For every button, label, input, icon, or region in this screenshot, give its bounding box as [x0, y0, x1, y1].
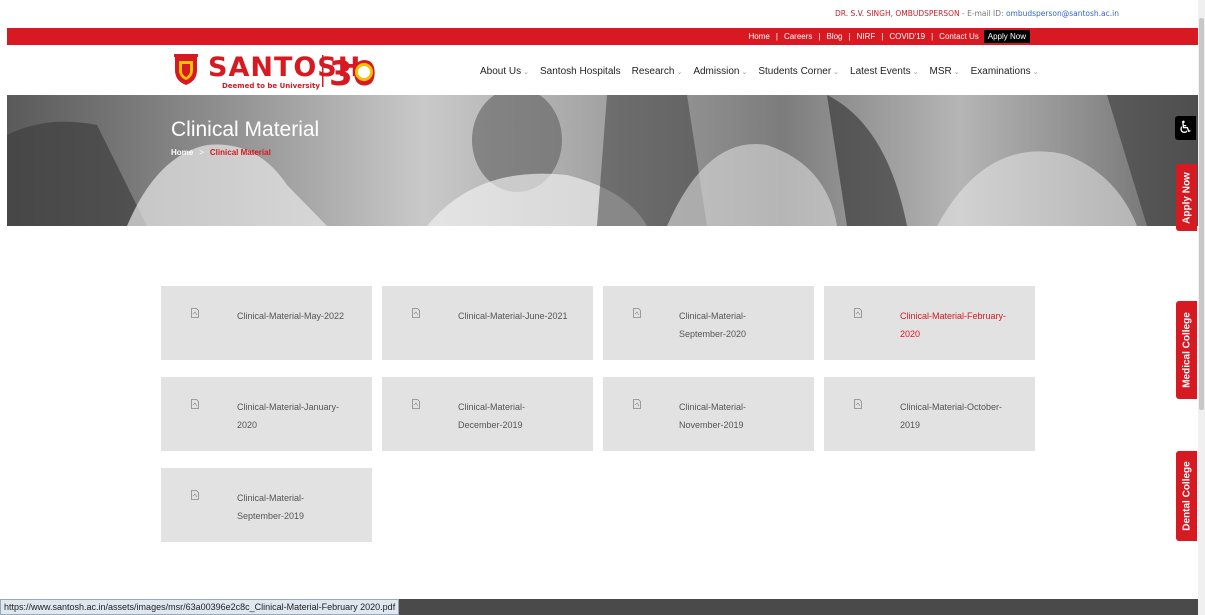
top-utility-bar: Home | Careers | Blog | NIRF | COVID'19 … — [7, 28, 1198, 45]
santosh-logo[interactable]: SANTOSH Deemed to be University 30 — [172, 52, 382, 92]
chevron-down-icon: ⌄ — [741, 69, 748, 76]
top-link-home[interactable]: Home — [749, 32, 770, 41]
browser-status-url: https://www.santosh.ac.in/assets/images/… — [0, 599, 400, 615]
pdf-file-icon — [412, 308, 420, 318]
document-card[interactable]: Clinical-Material-October-2019 — [824, 377, 1035, 451]
brand-tagline: Deemed to be University — [222, 82, 320, 90]
top-link-careers[interactable]: Careers — [784, 32, 812, 41]
pdf-file-icon — [633, 308, 641, 318]
document-link[interactable]: Clinical-Material-September-2019 — [237, 489, 332, 525]
main-navigation: About Us ⌄ Santosh Hospitals Research ⌄ Ad… — [480, 66, 1050, 77]
nav-about-us[interactable]: About Us ⌄ — [480, 66, 529, 77]
chevron-down-icon: ⌄ — [953, 69, 960, 76]
nav-santosh-hospitals[interactable]: Santosh Hospitals — [540, 66, 621, 77]
separator: | — [818, 32, 821, 41]
university-emblem-icon — [174, 54, 198, 85]
top-links: Home | Careers | Blog | NIRF | COVID'19 … — [749, 28, 1030, 45]
breadcrumb-separator: > — [199, 148, 204, 157]
separator: | — [775, 32, 778, 41]
top-link-covid[interactable]: COVID'19 — [889, 32, 925, 41]
pdf-file-icon — [854, 308, 862, 318]
separator: | — [848, 32, 851, 41]
top-link-contact[interactable]: Contact Us — [939, 32, 979, 41]
dental-college-side-tab[interactable]: Dental College — [1176, 451, 1197, 541]
document-link[interactable]: Clinical-Material-June-2021 — [458, 307, 583, 325]
document-card[interactable]: Clinical-Material-May-2022 — [161, 286, 372, 360]
scrollbar-thumb[interactable] — [1199, 18, 1204, 410]
document-link[interactable]: Clinical-Material-November-2019 — [679, 398, 774, 434]
nav-label: About Us — [480, 66, 522, 77]
hero-photo-students — [7, 95, 1198, 226]
chevron-down-icon: ⌄ — [1032, 69, 1039, 76]
document-card[interactable]: Clinical-Material-December-2019 — [382, 377, 593, 451]
chevron-down-icon: ⌄ — [833, 69, 840, 76]
ombudsperson-info: DR. S.V. SINGH, OMBUDSPERSON - E-mail ID… — [835, 9, 1119, 18]
document-link[interactable]: Clinical-Material-January-2020 — [237, 398, 355, 434]
nav-label: MSR — [929, 66, 952, 77]
anniversary-30-logo: 30 — [322, 54, 376, 90]
separator: | — [881, 32, 884, 41]
nav-label: Latest Events — [850, 66, 911, 77]
document-card[interactable]: Clinical-Material-September-2020 — [603, 286, 814, 360]
pdf-file-icon — [191, 308, 199, 318]
document-card[interactable]: Clinical-Material-January-2020 — [161, 377, 372, 451]
pdf-file-icon — [191, 490, 199, 500]
pdf-file-icon — [633, 399, 641, 409]
pdf-file-icon — [191, 399, 199, 409]
document-card[interactable]: Clinical-Material-November-2019 — [603, 377, 814, 451]
pdf-file-icon — [854, 399, 862, 409]
breadcrumb-home-link[interactable]: Home — [171, 148, 193, 157]
chevron-down-icon: ⌄ — [676, 69, 683, 76]
nav-msr[interactable]: MSR ⌄ — [930, 66, 960, 77]
document-link[interactable]: Clinical-Material-February-2020 — [900, 307, 1020, 343]
nav-label: Examinations — [970, 66, 1031, 77]
nav-label: Santosh Hospitals — [540, 66, 621, 77]
nav-label: Admission — [693, 66, 740, 77]
document-link[interactable]: Clinical-Material-May-2022 — [237, 307, 362, 325]
document-card[interactable]: Clinical-Material-June-2021 — [382, 286, 593, 360]
apply-now-side-label: Apply Now — [1181, 171, 1192, 224]
breadcrumb-current: Clinical Material — [209, 148, 271, 157]
document-link[interactable]: Clinical-Material-December-2019 — [458, 398, 553, 434]
medical-college-side-tab[interactable]: Medical College — [1176, 301, 1197, 399]
nav-research[interactable]: Research ⌄ — [632, 66, 683, 77]
email-prefix: - E-mail ID: — [959, 9, 1006, 18]
accessibility-icon[interactable]: ♿ — [1175, 116, 1196, 140]
nav-label: Research — [631, 66, 675, 77]
top-link-blog[interactable]: Blog — [826, 32, 842, 41]
top-link-nirf[interactable]: NIRF — [857, 32, 876, 41]
document-card-active[interactable]: Clinical-Material-February-2020 — [824, 286, 1035, 360]
pdf-file-icon — [412, 399, 420, 409]
page: DR. S.V. SINGH, OMBUDSPERSON - E-mail ID… — [0, 0, 1205, 615]
nav-examinations[interactable]: Examinations ⌄ — [971, 66, 1039, 77]
breadcrumb: Home > Clinical Material — [171, 148, 271, 157]
chevron-down-icon: ⌄ — [523, 69, 530, 76]
apply-now-top-button[interactable]: Apply Now — [983, 30, 1030, 43]
nav-latest-events[interactable]: Latest Events ⌄ — [850, 66, 918, 77]
nav-label: Students Corner — [758, 66, 832, 77]
medical-college-label: Medical College — [1181, 312, 1192, 388]
document-card[interactable]: Clinical-Material-September-2019 — [161, 468, 372, 542]
document-link[interactable]: Clinical-Material-October-2019 — [900, 398, 1015, 434]
document-link[interactable]: Clinical-Material-September-2020 — [679, 307, 774, 343]
ombudsperson-email-link[interactable]: ombudsperson@santosh.ac.in — [1006, 9, 1119, 18]
apply-now-side-tab[interactable]: Apply Now — [1176, 164, 1197, 231]
nav-students-corner[interactable]: Students Corner ⌄ — [758, 66, 839, 77]
chevron-down-icon: ⌄ — [912, 69, 919, 76]
page-title: Clinical Material — [171, 118, 320, 141]
ombudsperson-name: DR. S.V. SINGH, OMBUDSPERSON — [834, 9, 960, 18]
hero-banner — [7, 95, 1198, 226]
dental-college-label: Dental College — [1181, 461, 1192, 531]
separator: | — [931, 32, 934, 41]
nav-admission[interactable]: Admission ⌄ — [693, 66, 747, 77]
